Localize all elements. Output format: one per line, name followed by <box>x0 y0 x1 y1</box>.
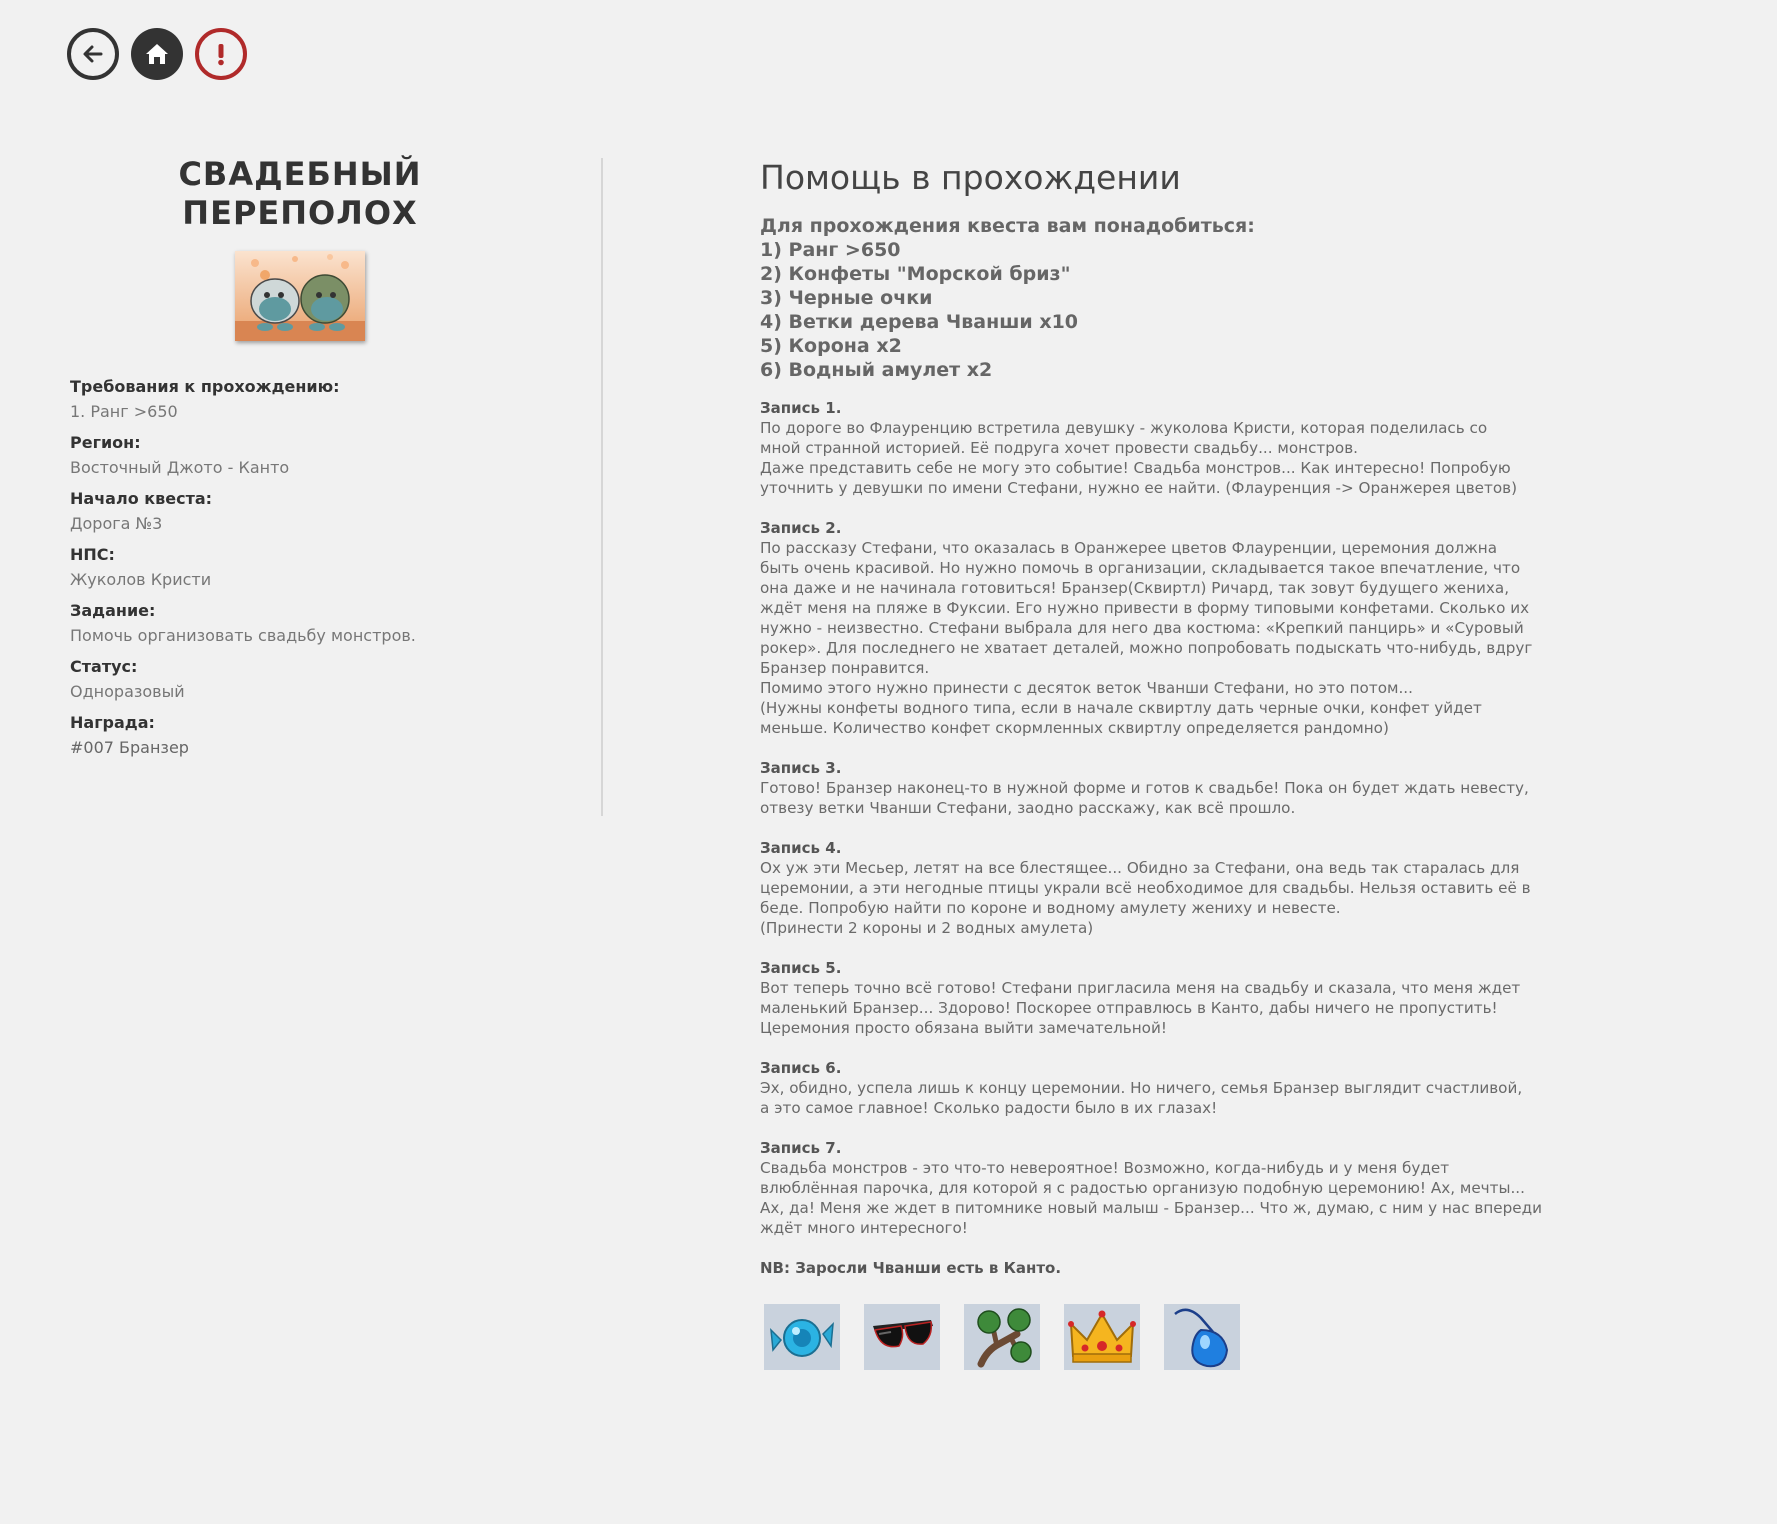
quest-start-value: Дорога №3 <box>70 514 163 533</box>
entry-title: Запись 3. <box>760 759 842 777</box>
entry-text: Готово! Бранзер наконец-то в нужной форм… <box>760 779 1529 817</box>
journal-entry: Запись 6. Эх, обидно, успела лишь к конц… <box>760 1058 1570 1118</box>
item-branch[interactable] <box>964 1304 1040 1370</box>
journal-entry: Запись 4. Ох уж эти Месьер, летят на все… <box>760 838 1570 938</box>
entry-title: Запись 1. <box>760 399 842 417</box>
journal-entry: Запись 7. Свадьба монстров - это что-то … <box>760 1138 1570 1238</box>
journal-entry: Запись 5. Вот теперь точно всё готово! С… <box>760 958 1570 1038</box>
reward-value: #007 Бранзер <box>70 738 189 757</box>
task-value: Помочь организовать свадьбу монстров. <box>70 626 416 645</box>
requirements-label: Требования к прохождению: <box>70 377 340 396</box>
walkthrough-panel: Помощь в прохождении Для прохождения кве… <box>760 158 1570 1370</box>
status-label: Статус: <box>70 657 138 676</box>
quest-image <box>235 251 365 341</box>
entry-text: По дороге во Флауренцию встретила девушк… <box>760 419 1518 497</box>
task-label: Задание: <box>70 601 156 620</box>
home-icon <box>146 44 168 64</box>
journal-entries: Запись 1. По дороге во Флауренцию встрет… <box>760 398 1570 1238</box>
requirements-value: 1. Ранг >650 <box>70 402 178 421</box>
journal-entry: Запись 2. По рассказу Стефани, что оказа… <box>760 518 1570 738</box>
journal-entry: Запись 1. По дороге во Флауренцию встрет… <box>760 398 1570 498</box>
sunglasses-icon <box>873 1320 933 1348</box>
item-water-amulet[interactable] <box>1164 1304 1240 1370</box>
entry-text: Свадьба монстров - это что-то невероятно… <box>760 1159 1542 1237</box>
water-amulet-icon <box>1174 1308 1229 1368</box>
quest-details: Требования к прохождению: 1. Ранг >650 Р… <box>70 377 530 759</box>
exclamation-icon <box>218 44 224 66</box>
entry-title: Запись 7. <box>760 1139 842 1157</box>
nb-note: NB: Заросли Чванши есть в Канто. <box>760 1259 1062 1277</box>
entry-text: Эх, обидно, успела лишь к концу церемони… <box>760 1079 1523 1117</box>
entry-text: Вот теперь точно всё готово! Стефани при… <box>760 979 1521 1037</box>
crown-icon <box>1068 1310 1136 1363</box>
quest-title: СВАДЕБНЫЙ ПЕРЕПОЛОХ <box>178 155 422 232</box>
entry-title: Запись 2. <box>760 519 842 537</box>
column-divider <box>601 158 603 816</box>
reward-label: Награда: <box>70 713 155 732</box>
candy-icon <box>770 1319 834 1357</box>
item-crown[interactable] <box>1064 1304 1140 1370</box>
quest-start-label: Начало квеста: <box>70 489 213 508</box>
item-sunglasses[interactable] <box>864 1304 940 1370</box>
requirement-item: 3) Черные очки <box>760 287 933 309</box>
walkthrough-title: Помощь в прохождении <box>760 158 1181 197</box>
entry-text: Ох уж эти Месьер, летят на все блестящее… <box>760 859 1531 937</box>
npc-value: Жуколов Кристи <box>70 570 212 589</box>
requirement-item: 6) Водный амулет x2 <box>760 359 993 381</box>
report-button[interactable] <box>195 28 247 80</box>
quest-info-panel: СВАДЕБНЫЙ ПЕРЕПОЛОХ Требования к прохожд… <box>70 155 530 759</box>
requirement-item: 1) Ранг >650 <box>760 239 901 261</box>
npc-label: НПС: <box>70 545 115 564</box>
requirement-item: 4) Ветки дерева Чванши x10 <box>760 311 1079 333</box>
top-nav <box>67 28 247 80</box>
region-value: Восточный Джото - Канто <box>70 458 290 477</box>
back-button[interactable] <box>67 28 119 80</box>
entry-title: Запись 5. <box>760 959 842 977</box>
region-label: Регион: <box>70 433 141 452</box>
status-value: Одноразовый <box>70 682 185 701</box>
journal-entry: Запись 3. Готово! Бранзер наконец-то в н… <box>760 758 1570 818</box>
requirements-list: Для прохождения квеста вам понадобиться:… <box>760 214 1570 382</box>
item-candy[interactable] <box>764 1304 840 1370</box>
home-button[interactable] <box>131 28 183 80</box>
branch-icon <box>977 1308 1032 1368</box>
entry-text: По рассказу Стефани, что оказалась в Ора… <box>760 539 1533 737</box>
requirement-item: 2) Конфеты "Морской бриз" <box>760 263 1071 285</box>
requirement-item: 5) Корона x2 <box>760 335 902 357</box>
requirements-intro: Для прохождения квеста вам понадобиться: <box>760 215 1255 237</box>
arrow-left-icon <box>83 45 103 63</box>
entry-title: Запись 6. <box>760 1059 842 1077</box>
required-items <box>764 1304 1570 1370</box>
entry-title: Запись 4. <box>760 839 842 857</box>
